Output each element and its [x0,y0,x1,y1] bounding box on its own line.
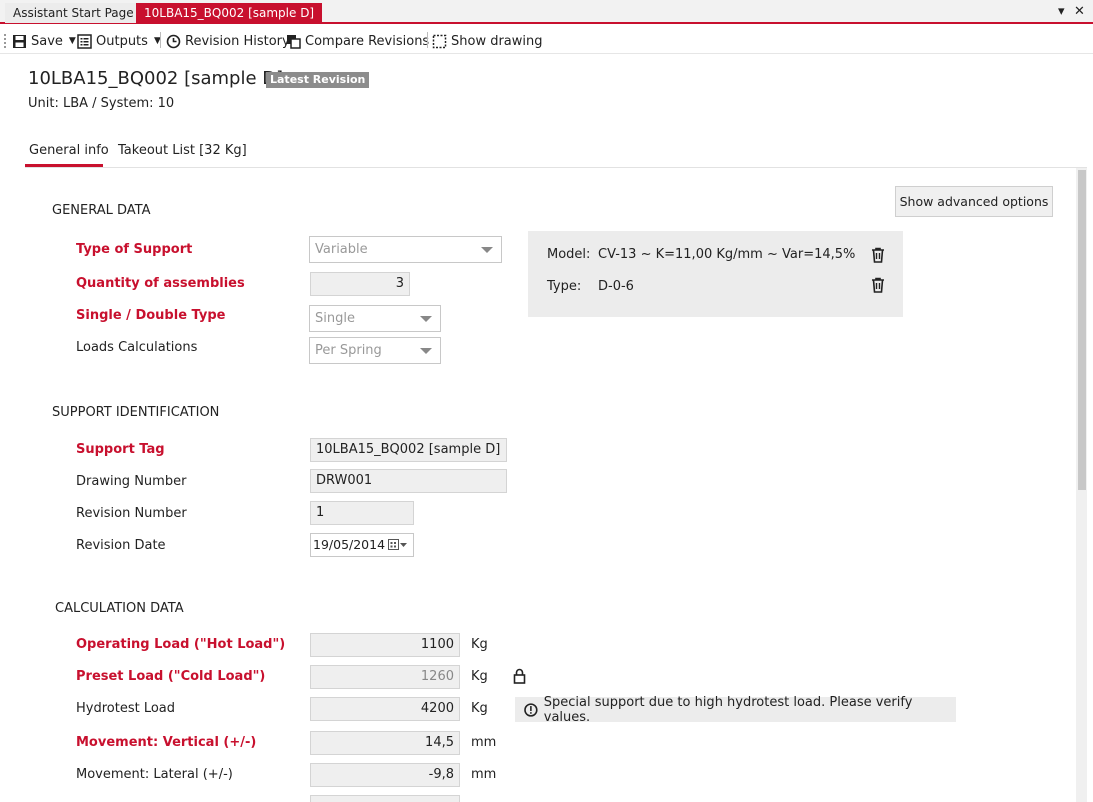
section-title-calculation-data: CALCULATION DATA [55,601,184,616]
list-icon [77,33,92,49]
operating-load-input[interactable]: 1100 [310,633,460,657]
operating-load-label: Operating Load ("Hot Load") [76,637,286,652]
revision-history-label: Revision History [185,33,290,49]
chevron-down-icon [481,247,493,253]
hydrotest-load-input[interactable]: 4200 [310,697,460,721]
show-drawing-label: Show drawing [451,33,543,49]
type-value: D-0-6 [598,279,634,294]
tab-takeout-list[interactable]: Takeout List [32 Kg] [118,143,247,158]
drawing-number-label: Drawing Number [76,474,187,489]
revision-number-input[interactable]: 1 [310,501,414,525]
chevron-down-icon [420,316,432,322]
tab-general-info[interactable]: General info [29,143,109,158]
show-drawing-button[interactable]: Show drawing [432,31,543,51]
type-of-support-value: Variable [315,242,368,257]
preset-load-unit: Kg [471,669,488,684]
toolbar-separator [160,32,161,48]
copy-icon [287,34,301,49]
close-icon[interactable]: ✕ [1074,4,1085,19]
support-tag-input[interactable]: 10LBA15_BQ002 [sample D] [310,438,507,462]
hydrotest-load-unit: Kg [471,701,488,716]
chevron-down-icon [420,348,432,354]
warning-text: Special support due to high hydrotest lo… [543,694,913,725]
preset-load-input[interactable]: 1260 [310,665,460,689]
type-of-support-select[interactable]: Variable [309,236,502,263]
hydrotest-warning: Special support due to high hydrotest lo… [515,694,956,725]
drawing-icon [432,34,447,48]
single-double-label: Single / Double Type [76,308,226,323]
movement-lateral-unit: mm [471,767,497,782]
scrollbar-thumb[interactable] [1078,170,1086,490]
loads-calculations-value: Per Spring [315,343,382,358]
outputs-button[interactable]: Outputs ▼ [77,31,161,51]
revision-date-label: Revision Date [76,538,166,553]
type-label: Type: [547,279,582,294]
operating-load-unit: Kg [471,637,488,652]
outputs-label: Outputs [96,33,148,49]
revision-date-value: 19/05/2014 [313,537,386,552]
compare-revisions-label: Compare Revisions [305,33,430,49]
tab-divider [25,167,1087,168]
movement-vertical-input[interactable]: 14,5 [310,731,460,755]
support-tag-label: Support Tag [76,442,165,457]
toolbar-separator [427,32,428,48]
model-panel: Model: CV-13 ~ K=11,00 Kg/mm ~ Var=14,5%… [528,231,903,317]
preset-load-label: Preset Load ("Cold Load") [76,669,266,684]
tab-assistant-start-page[interactable]: Assistant Start Page [5,3,142,23]
movement-vertical-label: Movement: Vertical (+/-) [76,735,257,750]
revision-date-picker[interactable]: 19/05/2014 [310,533,414,557]
section-title-support-identification: SUPPORT IDENTIFICATION [52,405,220,420]
section-title-general-data: GENERAL DATA [52,203,151,218]
delete-type-icon[interactable] [871,277,885,293]
lock-icon[interactable] [513,668,526,684]
save-icon [13,34,26,48]
calendar-icon[interactable] [388,539,408,551]
movement-vertical-unit: mm [471,735,497,750]
tab-list-dropdown-icon[interactable]: ▾ [1058,4,1065,19]
revision-history-button[interactable]: Revision History [166,31,290,51]
show-advanced-options-button[interactable]: Show advanced options [895,186,1053,217]
tab-support-document[interactable]: 10LBA15_BQ002 [sample D] [136,3,323,23]
document-tab-bar: Assistant Start Page 10LBA15_BQ002 [samp… [0,0,1093,24]
revision-number-label: Revision Number [76,506,187,521]
toolbar-grip[interactable] [4,34,6,48]
page-title: 10LBA15_BQ002 [sample D] [28,68,284,89]
clock-icon [166,34,181,48]
compare-revisions-button[interactable]: Compare Revisions [286,31,429,51]
delete-model-icon[interactable] [871,247,885,263]
single-double-select[interactable]: Single [309,305,441,332]
toolbar: Save ▼ Outputs ▼ Revision History Compar… [0,26,1093,54]
warning-icon [524,702,538,717]
drawing-number-input[interactable]: DRW001 [310,469,507,493]
save-dropdown-icon[interactable]: ▼ [69,36,76,46]
unit-system-text: Unit: LBA / System: 10 [28,96,175,111]
type-of-support-label: Type of Support [76,242,193,257]
movement-lateral-label: Movement: Lateral (+/-) [76,767,233,782]
movement-lateral-input[interactable]: -9,8 [310,763,460,787]
save-label: Save [31,33,63,49]
quantity-label: Quantity of assemblies [76,276,245,291]
loads-calculations-label: Loads Calculations [76,340,198,355]
hydrotest-load-label: Hydrotest Load [76,701,176,716]
status-badge: Latest Revision [266,72,370,88]
save-button[interactable]: Save ▼ [12,31,76,51]
loads-calculations-select[interactable]: Per Spring [309,337,441,364]
model-label: Model: [547,247,591,262]
quantity-input[interactable]: 3 [310,272,410,296]
single-double-value: Single [315,311,355,326]
next-field-partial[interactable] [310,795,460,802]
model-value: CV-13 ~ K=11,00 Kg/mm ~ Var=14,5% [598,247,856,262]
